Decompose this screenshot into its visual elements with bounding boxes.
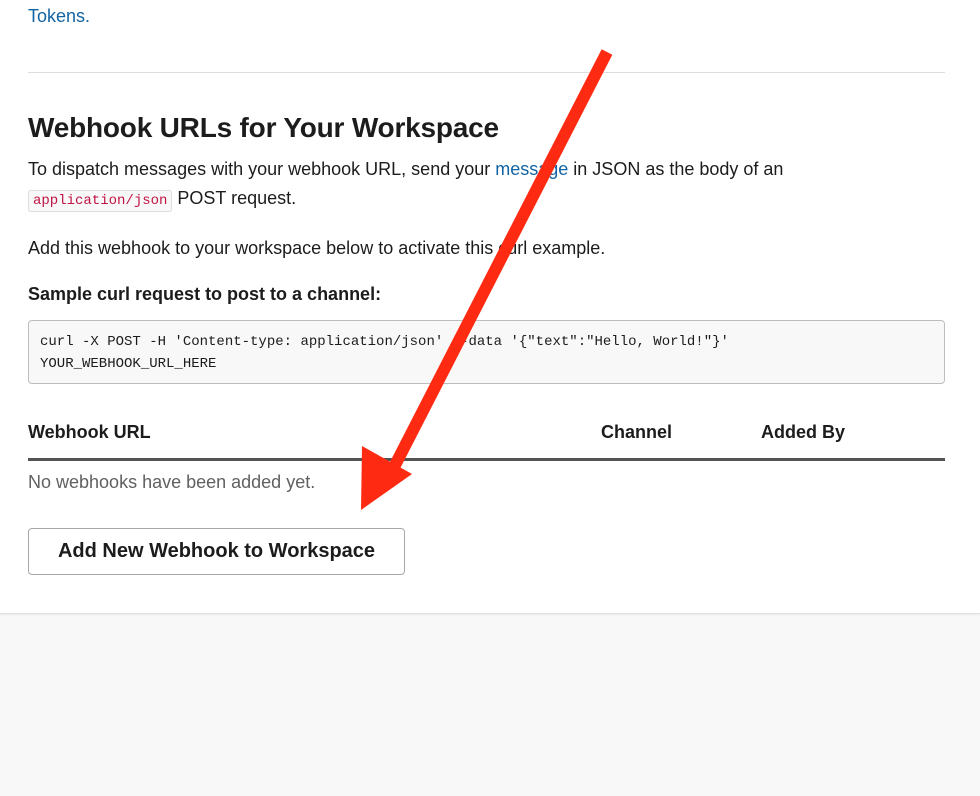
message-link[interactable]: message [495, 159, 568, 179]
sample-curl-label: Sample curl request to post to a channel… [28, 284, 382, 304]
webhooks-card: Tokens. Webhook URLs for Your Workspace … [0, 0, 980, 614]
add-new-webhook-button[interactable]: Add New Webhook to Workspace [28, 528, 405, 575]
curl-line-2: YOUR_WEBHOOK_URL_HERE [40, 356, 217, 372]
content-type-code: application/json [28, 190, 173, 212]
activate-text: Add this webhook to your workspace below… [28, 238, 606, 258]
curl-line-1: curl -X POST -H 'Content-type: applicati… [40, 334, 729, 350]
intro-text-middle: in JSON as the body of an [568, 159, 784, 179]
curl-example-block: curl -X POST -H 'Content-type: applicati… [28, 320, 945, 384]
tokens-link[interactable]: Tokens. [28, 6, 90, 27]
intro-text-end: POST request. [172, 188, 297, 208]
dispatch-instructions: To dispatch messages with your webhook U… [28, 155, 928, 216]
column-header-added-by: Added By [761, 422, 846, 442]
empty-webhooks-message: No webhooks have been added yet. [28, 472, 316, 492]
webhooks-table-header: Webhook URL Channel Added By [28, 420, 945, 461]
section-title: Webhook URLs for Your Workspace [28, 112, 499, 143]
column-header-channel: Channel [601, 422, 673, 442]
column-header-webhook-url: Webhook URL [28, 422, 151, 442]
section-divider [28, 72, 945, 73]
intro-text-start: To dispatch messages with your webhook U… [28, 159, 496, 179]
